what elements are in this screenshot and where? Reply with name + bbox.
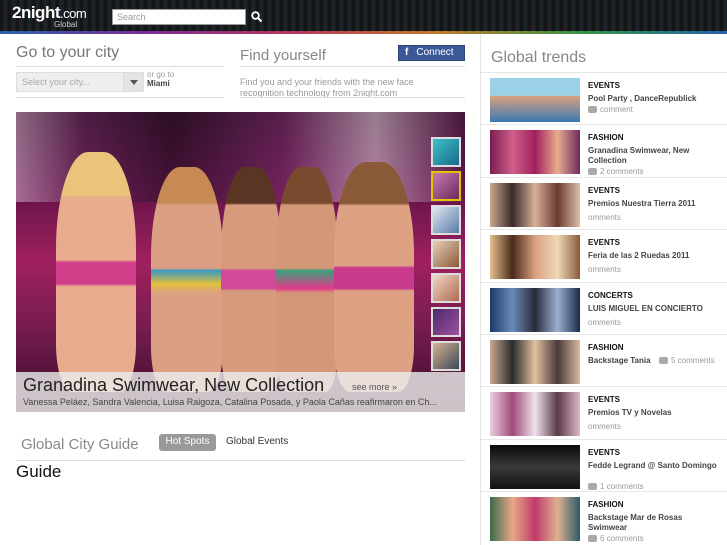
trend-title[interactable]: Premios Nuestra Tierra 2011 [588,199,718,209]
trend-comments: 6 comments [588,534,644,543]
facebook-connect-button[interactable]: f Connect [398,45,465,61]
city-select-placeholder: Select your city... [22,77,90,87]
tab-hot-spots[interactable]: Hot Spots [159,434,216,451]
photo-person [334,162,414,392]
trend-item[interactable]: EVENTS Premios Nuestra Tierra 2011 ommen… [481,176,727,229]
hero-title[interactable]: Granadina Swimwear, New Collection [23,375,324,396]
miami-link[interactable]: Miami [147,79,174,88]
comment-icon [659,356,668,364]
divider [240,66,465,67]
logo-subtitle: Global [54,20,78,29]
hero-slideshow[interactable]: Granadina Swimwear, New Collection see m… [16,112,465,412]
trend-item[interactable]: EVENTS Premios TV y Novelas omments [481,386,727,438]
tab-global-events[interactable]: Global Events [226,436,288,447]
comment-icon [588,106,597,113]
trend-title[interactable]: Fedde Legrand @ Santo Domingo [588,461,718,471]
trend-title[interactable]: Feria de las 2 Ruedas 2011 [588,251,718,261]
photo-person [276,167,338,392]
trend-title[interactable]: Premios TV y Novelas [588,408,718,418]
trend-thumbnail[interactable] [490,182,580,227]
guide-heading: Global City Guide [21,436,139,453]
trend-comments: omments [588,265,621,275]
trend-title[interactable]: LUIS MIGUEL EN CONCIERTO [588,304,718,314]
city-heading: Go to your city [16,44,120,61]
divider [240,97,465,98]
see-more-link[interactable]: see more » [352,382,397,392]
find-heading: Find yourself [240,47,326,64]
trend-thumbnail[interactable] [490,130,580,175]
trend-thumbnail[interactable] [490,444,580,489]
trend-title[interactable]: Pool Party , DanceRepublick [588,94,718,104]
slide-thumbnail[interactable] [431,205,461,235]
photo-person [221,167,281,392]
divider [16,97,224,98]
trend-category: CONCERTS [588,290,633,300]
find-description: Find you and your friends with the new f… [240,77,414,98]
trend-comments: 5 comments [659,356,715,365]
trend-thumbnail[interactable] [490,392,580,437]
divider [16,66,224,67]
trend-category: EVENTS [588,238,621,248]
trend-list: EVENTS Pool Party , DanceRepublick comme… [481,72,727,544]
trend-item[interactable]: EVENTS Pool Party , DanceRepublick comme… [481,72,727,124]
right-column: Global trends EVENTS Pool Party , DanceR… [480,34,727,545]
trends-heading: Global trends [491,49,587,66]
slide-thumbnail[interactable] [431,273,461,303]
trend-item[interactable]: FASHION Backstage Tania 5 comments [481,333,727,386]
trend-comments: comment [588,105,633,114]
trend-thumbnail[interactable] [490,497,580,542]
trend-category: EVENTS [588,395,621,405]
hero-caption: Granadina Swimwear, New Collection see m… [16,372,465,412]
trend-thumbnail[interactable] [490,235,580,280]
photo-person [56,152,136,392]
divider [16,460,465,461]
slide-thumbnail[interactable] [431,137,461,167]
hero-description: Vanessa Peláez, Sandra Valencia, Luisa R… [23,397,437,407]
hero-thumbnails [431,137,461,375]
search-placeholder: Search [117,12,146,22]
trend-category: EVENTS [588,185,621,195]
left-column: Go to your city Select your city... or g… [16,34,465,545]
search-icon [251,11,263,23]
photo-person [151,167,223,392]
trend-category: EVENTS [588,447,621,457]
trend-item[interactable]: EVENTS Fedde Legrand @ Santo Domingo 1 c… [481,438,727,491]
trend-category: EVENTS [588,81,621,90]
comment-icon [588,482,597,490]
top-bar: 2night.com Global Search [0,0,727,34]
facebook-icon: f [405,47,409,58]
logo[interactable]: 2night.com Global [12,4,87,30]
or-goto-label: or go to [147,70,175,79]
trend-thumbnail[interactable] [490,287,580,332]
trend-thumbnail[interactable] [490,78,580,122]
city-select[interactable]: Select your city... [16,72,144,92]
trend-category: FASHION [588,342,624,352]
chevron-down-icon[interactable] [123,73,143,91]
trend-item[interactable]: FASHION Granadina Swimwear, New Collecti… [481,124,727,176]
trend-comments: 2 comments [588,167,644,176]
trend-item[interactable]: CONCERTS LUIS MIGUEL EN CONCIERTO omment… [481,281,727,334]
trend-thumbnail[interactable] [490,339,580,384]
or-goto: or go to Miami [147,70,174,88]
trend-comments: omments [588,212,621,222]
guide-title: Guide [16,462,62,481]
trend-title[interactable]: Backstage Mar de Rosas Swimwear [588,513,718,533]
trend-category: FASHION [588,133,624,143]
slide-thumbnail[interactable] [431,341,461,371]
trend-comments: 1 comments [588,482,644,491]
trend-item[interactable]: FASHION Backstage Mar de Rosas Swimwear … [481,491,727,543]
trend-category: FASHION [588,500,624,510]
comment-icon [588,168,597,176]
trend-comments: omments [588,317,621,327]
search-input[interactable]: Search [112,9,246,25]
connect-label: Connect [416,47,454,58]
slide-thumbnail[interactable] [431,239,461,269]
trend-title[interactable]: Granadina Swimwear, New Collection [588,146,718,166]
slide-thumbnail[interactable] [431,307,461,337]
search-button[interactable] [250,9,264,25]
slide-thumbnail[interactable] [431,171,461,201]
trend-comments: omments [588,422,621,432]
trend-item[interactable]: EVENTS Feria de las 2 Ruedas 2011 omment… [481,229,727,281]
comment-icon [588,535,597,543]
